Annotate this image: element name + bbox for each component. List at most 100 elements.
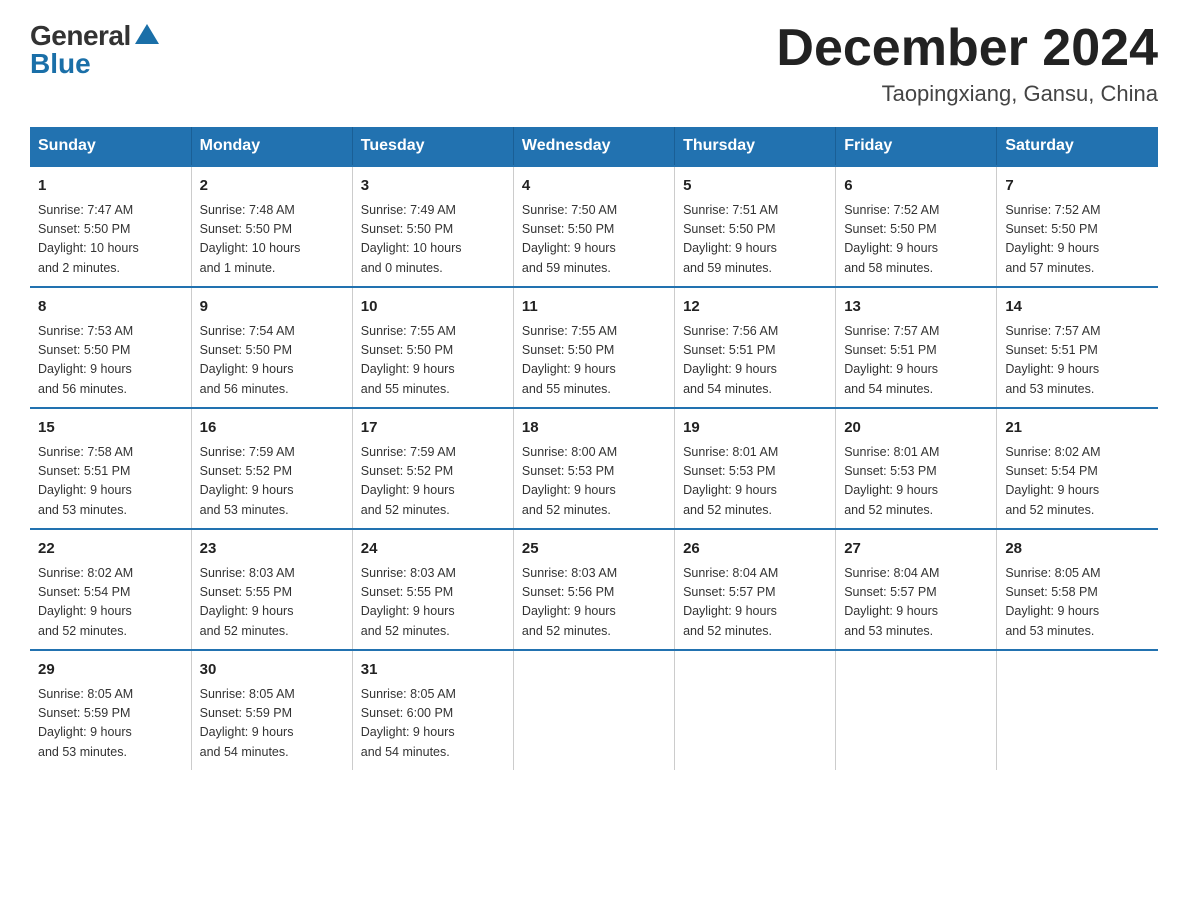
- page-header: General Blue December 2024 Taopingxiang,…: [30, 20, 1158, 107]
- day-number: 6: [844, 175, 988, 198]
- day-number: 26: [683, 538, 827, 561]
- day-info: Sunrise: 8:00 AM Sunset: 5:53 PM Dayligh…: [522, 443, 666, 521]
- calendar-cell: 26Sunrise: 8:04 AM Sunset: 5:57 PM Dayli…: [675, 529, 836, 650]
- logo: General Blue: [30, 20, 159, 80]
- day-number: 8: [38, 296, 183, 319]
- calendar-cell: 20 Sunrise: 8:01 AM Sunset: 5:53 PM Dayli…: [836, 408, 997, 529]
- calendar-cell: 27Sunrise: 8:04 AM Sunset: 5:57 PM Dayli…: [836, 529, 997, 650]
- day-number: 14: [1005, 296, 1150, 319]
- day-info: Sunrise: 7:55 AM Sunset: 5:50 PM Dayligh…: [361, 322, 505, 400]
- logo-triangle-icon: [135, 24, 159, 44]
- day-info: Sunrise: 8:01 AM Sunset: 5:53 PM Dayligh…: [683, 443, 827, 521]
- day-number: 10: [361, 296, 505, 319]
- day-info: Sunrise: 7:48 AM Sunset: 5:50 PM Dayligh…: [200, 201, 344, 279]
- calendar-table: SundayMondayTuesdayWednesdayThursdayFrid…: [30, 127, 1158, 770]
- calendar-cell: 22 Sunrise: 8:02 AM Sunset: 5:54 PM Dayli…: [30, 529, 191, 650]
- day-info: Sunrise: 8:05 AM Sunset: 5:59 PM Dayligh…: [38, 685, 183, 763]
- calendar-cell: [513, 650, 674, 770]
- month-title: December 2024: [776, 20, 1158, 77]
- calendar-header-row: SundayMondayTuesdayWednesdayThursdayFrid…: [30, 127, 1158, 166]
- day-number: 30: [200, 659, 344, 682]
- day-number: 29: [38, 659, 183, 682]
- day-info: Sunrise: 7:52 AM Sunset: 5:50 PM Dayligh…: [1005, 201, 1150, 279]
- calendar-cell: 19 Sunrise: 8:01 AM Sunset: 5:53 PM Dayli…: [675, 408, 836, 529]
- day-info: Sunrise: 7:55 AM Sunset: 5:50 PM Dayligh…: [522, 322, 666, 400]
- day-number: 19: [683, 417, 827, 440]
- day-number: 24: [361, 538, 505, 561]
- day-number: 22: [38, 538, 183, 561]
- day-header-friday: Friday: [836, 127, 997, 166]
- day-number: 20: [844, 417, 988, 440]
- day-info: Sunrise: 8:05 AM Sunset: 5:59 PM Dayligh…: [200, 685, 344, 763]
- calendar-week-1: 1 Sunrise: 7:47 AM Sunset: 5:50 PM Daylig…: [30, 166, 1158, 287]
- calendar-body: 1 Sunrise: 7:47 AM Sunset: 5:50 PM Daylig…: [30, 166, 1158, 770]
- calendar-cell: 16 Sunrise: 7:59 AM Sunset: 5:52 PM Dayli…: [191, 408, 352, 529]
- calendar-cell: 5 Sunrise: 7:51 AM Sunset: 5:50 PM Daylig…: [675, 166, 836, 287]
- day-number: 4: [522, 175, 666, 198]
- day-header-thursday: Thursday: [675, 127, 836, 166]
- day-info: Sunrise: 8:03 AM Sunset: 5:55 PM Dayligh…: [200, 564, 344, 642]
- day-number: 11: [522, 296, 666, 319]
- calendar-cell: 23Sunrise: 8:03 AM Sunset: 5:55 PM Dayli…: [191, 529, 352, 650]
- calendar-week-4: 22 Sunrise: 8:02 AM Sunset: 5:54 PM Dayli…: [30, 529, 1158, 650]
- day-info: Sunrise: 7:47 AM Sunset: 5:50 PM Dayligh…: [38, 201, 183, 279]
- day-info: Sunrise: 7:51 AM Sunset: 5:50 PM Dayligh…: [683, 201, 827, 279]
- day-header-sunday: Sunday: [30, 127, 191, 166]
- calendar-cell: 11 Sunrise: 7:55 AM Sunset: 5:50 PM Dayli…: [513, 287, 674, 408]
- day-number: 7: [1005, 175, 1150, 198]
- calendar-cell: 29 Sunrise: 8:05 AM Sunset: 5:59 PM Dayli…: [30, 650, 191, 770]
- day-number: 12: [683, 296, 827, 319]
- day-info: Sunrise: 7:58 AM Sunset: 5:51 PM Dayligh…: [38, 443, 183, 521]
- calendar-cell: 8 Sunrise: 7:53 AM Sunset: 5:50 PM Daylig…: [30, 287, 191, 408]
- day-info: Sunrise: 7:50 AM Sunset: 5:50 PM Dayligh…: [522, 201, 666, 279]
- title-block: December 2024 Taopingxiang, Gansu, China: [776, 20, 1158, 107]
- calendar-cell: 17 Sunrise: 7:59 AM Sunset: 5:52 PM Dayli…: [352, 408, 513, 529]
- day-info: Sunrise: 7:49 AM Sunset: 5:50 PM Dayligh…: [361, 201, 505, 279]
- day-number: 1: [38, 175, 183, 198]
- day-number: 16: [200, 417, 344, 440]
- calendar-cell: 6 Sunrise: 7:52 AM Sunset: 5:50 PM Daylig…: [836, 166, 997, 287]
- day-header-monday: Monday: [191, 127, 352, 166]
- location-subtitle: Taopingxiang, Gansu, China: [776, 81, 1158, 107]
- day-info: Sunrise: 8:03 AM Sunset: 5:55 PM Dayligh…: [361, 564, 505, 642]
- day-info: Sunrise: 7:52 AM Sunset: 5:50 PM Dayligh…: [844, 201, 988, 279]
- day-number: 2: [200, 175, 344, 198]
- day-info: Sunrise: 8:03 AM Sunset: 5:56 PM Dayligh…: [522, 564, 666, 642]
- calendar-cell: [836, 650, 997, 770]
- day-info: Sunrise: 7:59 AM Sunset: 5:52 PM Dayligh…: [361, 443, 505, 521]
- day-number: 15: [38, 417, 183, 440]
- calendar-cell: 15 Sunrise: 7:58 AM Sunset: 5:51 PM Dayli…: [30, 408, 191, 529]
- day-number: 17: [361, 417, 505, 440]
- day-info: Sunrise: 7:54 AM Sunset: 5:50 PM Dayligh…: [200, 322, 344, 400]
- day-number: 25: [522, 538, 666, 561]
- calendar-cell: 2 Sunrise: 7:48 AM Sunset: 5:50 PM Daylig…: [191, 166, 352, 287]
- logo-blue-text: Blue: [30, 48, 91, 80]
- day-number: 31: [361, 659, 505, 682]
- calendar-cell: 18 Sunrise: 8:00 AM Sunset: 5:53 PM Dayli…: [513, 408, 674, 529]
- day-info: Sunrise: 8:01 AM Sunset: 5:53 PM Dayligh…: [844, 443, 988, 521]
- calendar-cell: [675, 650, 836, 770]
- day-number: 18: [522, 417, 666, 440]
- calendar-cell: 14Sunrise: 7:57 AM Sunset: 5:51 PM Dayli…: [997, 287, 1158, 408]
- day-header-wednesday: Wednesday: [513, 127, 674, 166]
- day-info: Sunrise: 8:04 AM Sunset: 5:57 PM Dayligh…: [844, 564, 988, 642]
- day-info: Sunrise: 8:02 AM Sunset: 5:54 PM Dayligh…: [38, 564, 183, 642]
- calendar-week-5: 29 Sunrise: 8:05 AM Sunset: 5:59 PM Dayli…: [30, 650, 1158, 770]
- calendar-cell: 7 Sunrise: 7:52 AM Sunset: 5:50 PM Daylig…: [997, 166, 1158, 287]
- calendar-week-2: 8 Sunrise: 7:53 AM Sunset: 5:50 PM Daylig…: [30, 287, 1158, 408]
- day-info: Sunrise: 8:02 AM Sunset: 5:54 PM Dayligh…: [1005, 443, 1150, 521]
- day-info: Sunrise: 7:59 AM Sunset: 5:52 PM Dayligh…: [200, 443, 344, 521]
- day-header-saturday: Saturday: [997, 127, 1158, 166]
- day-number: 5: [683, 175, 827, 198]
- day-info: Sunrise: 7:53 AM Sunset: 5:50 PM Dayligh…: [38, 322, 183, 400]
- calendar-cell: 4 Sunrise: 7:50 AM Sunset: 5:50 PM Daylig…: [513, 166, 674, 287]
- calendar-cell: 25 Sunrise: 8:03 AM Sunset: 5:56 PM Dayli…: [513, 529, 674, 650]
- day-number: 3: [361, 175, 505, 198]
- calendar-week-3: 15 Sunrise: 7:58 AM Sunset: 5:51 PM Dayli…: [30, 408, 1158, 529]
- calendar-cell: 28Sunrise: 8:05 AM Sunset: 5:58 PM Dayli…: [997, 529, 1158, 650]
- calendar-cell: 9Sunrise: 7:54 AM Sunset: 5:50 PM Daylig…: [191, 287, 352, 408]
- day-info: Sunrise: 8:05 AM Sunset: 6:00 PM Dayligh…: [361, 685, 505, 763]
- day-number: 21: [1005, 417, 1150, 440]
- calendar-cell: 30 Sunrise: 8:05 AM Sunset: 5:59 PM Dayli…: [191, 650, 352, 770]
- calendar-cell: 3 Sunrise: 7:49 AM Sunset: 5:50 PM Daylig…: [352, 166, 513, 287]
